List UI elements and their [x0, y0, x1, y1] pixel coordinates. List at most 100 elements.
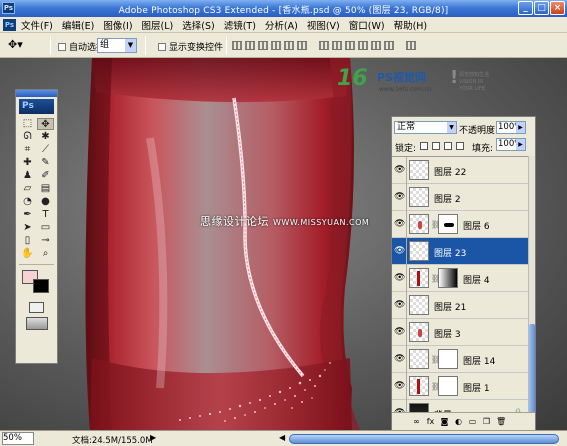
align-bottom-icon[interactable] — [258, 41, 268, 50]
visibility-eye-icon[interactable]: 👁 — [394, 354, 405, 364]
visibility-eye-icon[interactable]: 👁 — [394, 273, 405, 283]
background-color-swatch[interactable] — [33, 279, 49, 293]
opacity-field[interactable]: 100% ▶ — [496, 121, 526, 134]
layer-row[interactable]: 👁 图层 23 — [392, 238, 529, 265]
layer-thumbnail[interactable] — [409, 349, 429, 369]
hand-tool-icon[interactable]: ✋ — [19, 248, 36, 260]
lock-image-icon[interactable] — [432, 142, 440, 150]
menu-analysis[interactable]: 分析(A) — [265, 18, 298, 32]
adjustment-icon[interactable]: ◐ — [454, 417, 463, 426]
menu-filter[interactable]: 滤镜(T) — [224, 18, 256, 32]
align-left-icon[interactable] — [271, 41, 281, 50]
path-selection-tool-icon[interactable]: ➤ — [19, 222, 36, 234]
tools-panel-grip[interactable] — [16, 90, 57, 97]
clone-stamp-tool-icon[interactable]: ♟ — [19, 170, 36, 182]
auto-select-checkbox[interactable] — [58, 43, 66, 51]
blur-tool-icon[interactable]: ◔ — [19, 196, 36, 208]
menu-edit[interactable]: 编辑(E) — [62, 18, 94, 32]
notes-tool-icon[interactable]: ▯ — [19, 235, 36, 247]
layer-mask-thumbnail[interactable] — [438, 349, 458, 369]
link-icon[interactable]: ∞ — [412, 417, 421, 426]
layer-thumbnail[interactable] — [409, 268, 429, 288]
dodge-tool-icon[interactable]: ● — [37, 196, 54, 208]
auto-align-icon[interactable] — [406, 41, 416, 50]
layer-row[interactable]: 👁 图层 21 — [392, 292, 529, 319]
trash-icon[interactable]: 🗑 — [496, 417, 506, 426]
layer-thumbnail[interactable] — [409, 160, 429, 180]
menu-select[interactable]: 选择(S) — [182, 18, 214, 32]
folder-icon[interactable]: ▭ — [468, 417, 477, 426]
menu-window[interactable]: 窗口(W) — [349, 18, 385, 32]
layer-thumbnail[interactable] — [409, 322, 429, 342]
lock-position-icon[interactable] — [444, 142, 452, 150]
horizontal-scrollbar[interactable] — [289, 434, 559, 444]
gradient-tool-icon[interactable]: ▤ — [37, 183, 54, 195]
fill-field[interactable]: 100% ▶ — [496, 138, 526, 151]
lasso-tool-icon[interactable]: ᘏ — [19, 131, 36, 143]
layer-row[interactable]: 👁 图层 22 — [392, 157, 529, 184]
distribute-hcenter-icon[interactable] — [371, 41, 381, 50]
layer-mask-thumbnail[interactable] — [438, 268, 458, 288]
layer-thumbnail[interactable] — [409, 241, 429, 261]
move-tool-icon[interactable]: ✥ — [37, 118, 54, 130]
new-layer-icon[interactable]: ❐ — [482, 417, 491, 426]
distribute-left-icon[interactable] — [358, 41, 368, 50]
marquee-tool-icon[interactable]: ⬚ — [19, 118, 36, 130]
layer-row[interactable]: 👁 ⛓ 图层 6 — [392, 211, 529, 238]
visibility-eye-icon[interactable]: 👁 — [394, 192, 405, 202]
layer-thumbnail[interactable] — [409, 187, 429, 207]
maximize-button[interactable]: □ — [534, 1, 549, 15]
layer-thumbnail[interactable] — [409, 376, 429, 396]
visibility-eye-icon[interactable]: 👁 — [394, 246, 405, 256]
status-menu-arrow-icon[interactable]: ▶ — [150, 433, 156, 442]
visibility-eye-icon[interactable]: 👁 — [394, 381, 405, 391]
show-transform-option[interactable]: 显示变换控件 — [158, 40, 223, 53]
pen-tool-icon[interactable]: ✒ — [19, 209, 36, 221]
healing-brush-tool-icon[interactable]: ✚ — [19, 157, 36, 169]
align-right-icon[interactable] — [297, 41, 307, 50]
distribute-vcenter-icon[interactable] — [332, 41, 342, 50]
auto-select-dropdown[interactable]: 组 ▼ — [97, 38, 137, 53]
rectangle-tool-icon[interactable]: ▭ — [37, 222, 54, 234]
type-tool-icon[interactable]: T — [37, 209, 54, 221]
slice-tool-icon[interactable]: ⟋ — [37, 144, 54, 156]
lock-transparent-icon[interactable] — [420, 142, 428, 150]
mask-icon[interactable]: ◙ — [440, 417, 449, 426]
blend-mode-dropdown[interactable]: 正常 ▼ — [394, 121, 457, 134]
distribute-right-icon[interactable] — [384, 41, 394, 50]
show-transform-checkbox[interactable] — [158, 43, 166, 51]
visibility-eye-icon[interactable]: 👁 — [394, 165, 405, 175]
layer-row[interactable]: 👁 ⛓ 图层 1 — [392, 373, 529, 400]
menu-file[interactable]: 文件(F) — [21, 18, 53, 32]
align-vcenter-icon[interactable] — [245, 41, 255, 50]
screen-mode-icon[interactable] — [25, 317, 48, 330]
menu-layer[interactable]: 图层(L) — [142, 18, 174, 32]
crop-tool-icon[interactable]: ⌗ — [19, 144, 36, 156]
layers-scrollbar[interactable] — [528, 156, 535, 413]
distribute-bottom-icon[interactable] — [345, 41, 355, 50]
layers-scrollbar-thumb[interactable] — [529, 324, 535, 413]
eyedropper-tool-icon[interactable]: ⊸ — [37, 235, 54, 247]
zoom-tool-icon[interactable]: ⌕ — [37, 248, 54, 260]
distribute-top-icon[interactable] — [319, 41, 329, 50]
magic-wand-tool-icon[interactable]: ✱ — [37, 131, 54, 143]
history-brush-tool-icon[interactable]: ✐ — [37, 170, 54, 182]
visibility-eye-icon[interactable]: 👁 — [394, 219, 405, 229]
fx-icon[interactable]: fx — [426, 417, 435, 426]
close-button[interactable]: × — [550, 1, 565, 15]
layer-row[interactable]: 👁 图层 2 — [392, 184, 529, 211]
brush-tool-icon[interactable]: ✎ — [37, 157, 54, 169]
layer-row[interactable]: 👁 ⛓ 图层 4 — [392, 265, 529, 292]
align-top-icon[interactable] — [232, 41, 242, 50]
scroll-left-arrow-icon[interactable]: ◀ — [279, 433, 285, 442]
menu-help[interactable]: 帮助(H) — [394, 18, 428, 32]
menu-view[interactable]: 视图(V) — [307, 18, 340, 32]
visibility-eye-icon[interactable]: 👁 — [394, 300, 405, 310]
menu-image[interactable]: 图像(I) — [103, 18, 132, 32]
visibility-eye-icon[interactable]: 👁 — [394, 327, 405, 337]
layer-thumbnail[interactable] — [409, 295, 429, 315]
eraser-tool-icon[interactable]: ▱ — [19, 183, 36, 195]
layer-row[interactable]: 👁 ⛓ 图层 14 — [392, 346, 529, 373]
layer-row[interactable]: 👁 图层 3 — [392, 319, 529, 346]
align-hcenter-icon[interactable] — [284, 41, 294, 50]
